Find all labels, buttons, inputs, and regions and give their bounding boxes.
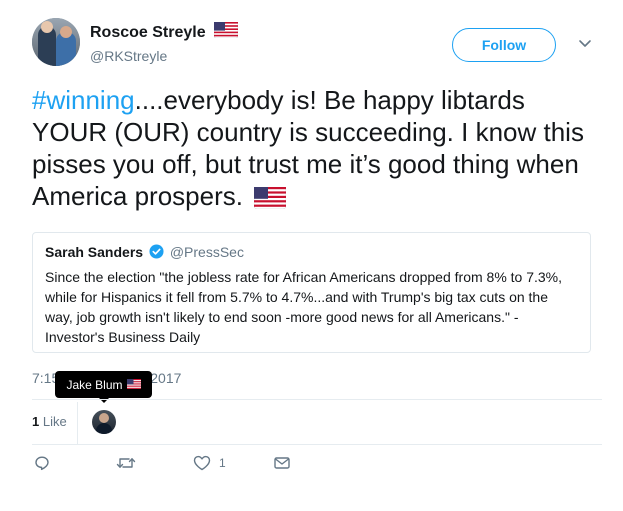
retweet-button[interactable]: [116, 455, 136, 471]
author-avatar[interactable]: [32, 18, 80, 66]
chevron-down-icon[interactable]: [575, 36, 595, 52]
liker-tooltip: Jake Blum: [55, 371, 152, 403]
author-display-name[interactable]: Roscoe Streyle: [90, 24, 206, 42]
direct-message-button[interactable]: [273, 455, 291, 471]
likes-label: Like: [42, 414, 67, 429]
divider: [32, 444, 602, 445]
follow-button[interactable]: Follow: [452, 28, 556, 62]
like-count: 1: [219, 456, 226, 470]
verified-badge-icon: [149, 244, 164, 263]
us-flag-icon: [126, 378, 141, 392]
tweet-actions: 1: [32, 455, 602, 479]
divider: [77, 402, 78, 444]
quoted-author-handle: @PressSec: [169, 244, 244, 260]
hashtag-link[interactable]: #winning: [32, 85, 135, 115]
quoted-tweet-header: Sarah Sanders @PressSec: [45, 243, 578, 263]
reply-button[interactable]: [34, 455, 50, 471]
us-flag-icon: [213, 21, 239, 43]
like-button[interactable]: 1: [193, 455, 226, 471]
quoted-tweet[interactable]: Sarah Sanders @PressSec Since the electi…: [32, 232, 591, 353]
tweet-header: Roscoe Streyle @RKStreyle Follow: [32, 18, 602, 68]
likes-number: 1: [32, 414, 40, 429]
timestamp-end: 2017: [150, 370, 182, 386]
author-name-block[interactable]: Roscoe Streyle @RKStreyle: [90, 21, 239, 64]
likes-row: 1 Like: [32, 400, 602, 444]
author-handle[interactable]: @RKStreyle: [90, 48, 238, 64]
reply-icon: [34, 455, 50, 471]
quoted-author-name: Sarah Sanders: [45, 244, 144, 260]
likes-count[interactable]: 1 Like: [32, 414, 67, 429]
tweet-text: #winning....everybody is! Be happy libta…: [32, 84, 602, 216]
us-flag-icon: [253, 184, 287, 216]
retweet-icon: [116, 455, 136, 471]
liker-avatar[interactable]: [92, 410, 116, 434]
tooltip-name: Jake Blum: [66, 377, 123, 392]
quoted-tweet-text: Since the election "the jobless rate for…: [45, 269, 563, 345]
envelope-icon: [273, 455, 291, 471]
heart-icon: [193, 455, 211, 471]
